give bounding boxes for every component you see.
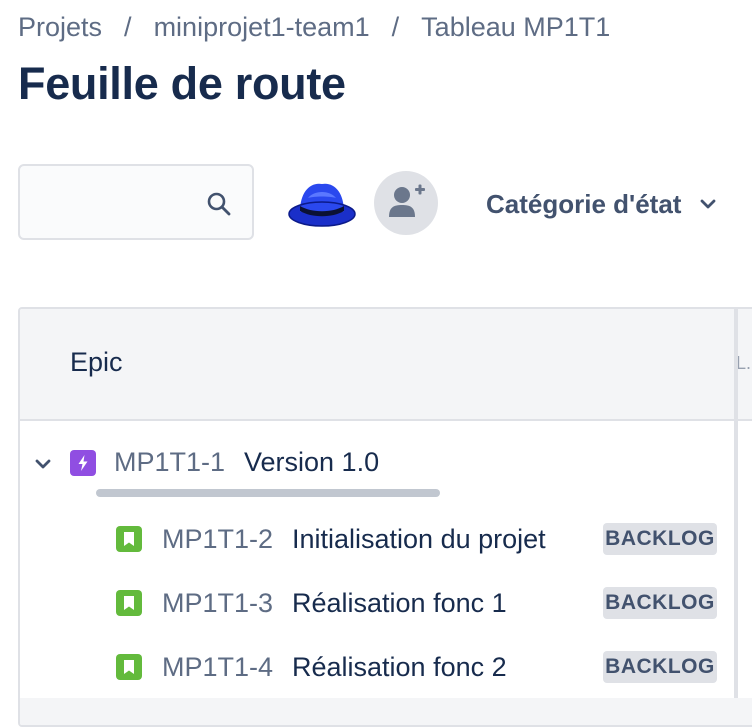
epic-row[interactable]: MP1T1-1 Version 1.0 [20,436,714,492]
column-header-epic: Epic [70,347,123,377]
chevron-down-icon [701,199,716,209]
issue-summary[interactable]: Réalisation fonc 1 [292,588,507,619]
issue-key[interactable]: MP1T1-2 [162,524,273,555]
add-user-icon [389,184,425,217]
issue-row[interactable]: MP1T1-3 Réalisation fonc 1 BACKLOG [20,575,717,631]
breadcrumb-projects-link[interactable]: Projets [18,12,102,43]
issue-row[interactable]: MP1T1-2 Initialisation du projet BACKLOG [20,511,717,567]
status-badge: BACKLOG [603,651,717,683]
issue-summary[interactable]: Réalisation fonc 2 [292,652,507,683]
issue-row[interactable]: MP1T1-4 Réalisation fonc 2 BACKLOG [20,639,717,695]
search-input[interactable] [20,166,200,238]
story-bookmark-icon [116,654,142,680]
add-people-button[interactable] [374,171,438,235]
column-divider[interactable] [734,309,738,725]
story-bookmark-icon [116,590,142,616]
status-category-filter[interactable]: Catégorie d'état [486,184,717,224]
epic-key[interactable]: MP1T1-1 [114,447,225,478]
breadcrumb-separator: / [391,11,400,42]
status-category-label: Catégorie d'état [486,188,682,219]
status-badge: BACKLOG [603,523,717,555]
epic-progress-bar [96,489,440,497]
breadcrumb-project-link[interactable]: miniprojet1-team1 [154,12,370,43]
breadcrumb: Projets / miniprojet1-team1 / Tableau MP… [18,10,610,44]
column-header-timeline: L. [736,353,752,373]
table-footer [20,698,752,725]
page-title: Feuille de route [18,58,346,109]
story-bookmark-icon [116,526,142,552]
table-header: Epic L. [20,309,752,421]
epic-lightning-icon [70,450,96,476]
issue-key[interactable]: MP1T1-3 [162,588,273,619]
breadcrumb-separator: / [124,11,132,42]
issue-key[interactable]: MP1T1-4 [162,652,273,683]
user-avatar-hat-icon[interactable] [286,176,358,232]
epic-summary[interactable]: Version 1.0 [244,447,379,478]
search-field[interactable] [18,164,254,240]
breadcrumb-board-link[interactable]: Tableau MP1T1 [421,12,610,43]
search-icon [207,192,231,216]
issue-summary[interactable]: Initialisation du projet [292,524,546,555]
chevron-down-icon[interactable] [34,455,52,473]
status-badge: BACKLOG [603,587,717,619]
